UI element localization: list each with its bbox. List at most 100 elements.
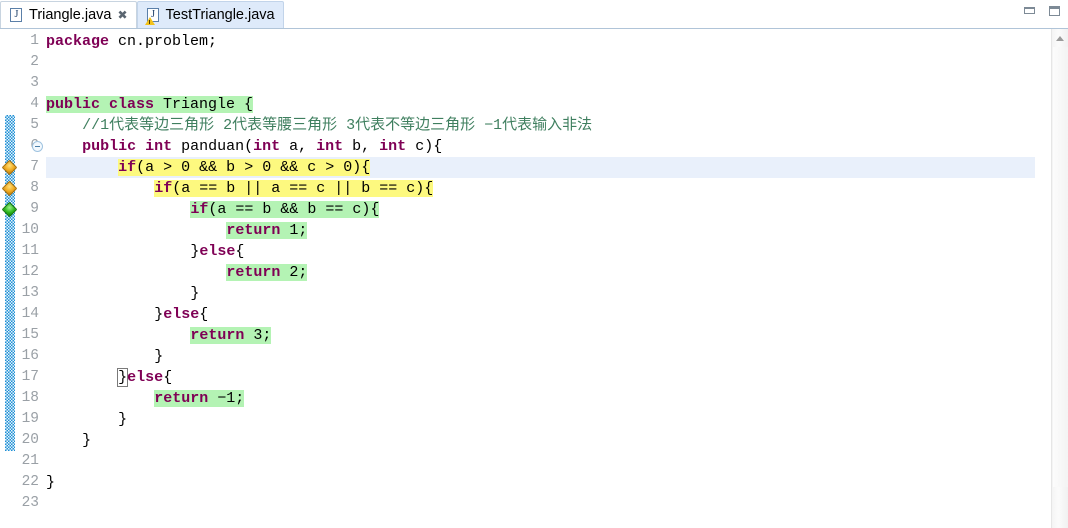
code-line-text: package cn.problem; (46, 33, 217, 50)
vertical-scrollbar[interactable] (1051, 29, 1068, 528)
code-line-text: return 2; (226, 264, 308, 281)
minimize-icon[interactable] (1022, 3, 1037, 18)
java-file-warning-icon: J (144, 7, 161, 25)
code-token: b, (343, 138, 380, 155)
code-token: 3; (244, 327, 272, 344)
line-number: 1 (30, 33, 39, 49)
tab-close-icon[interactable]: ✖ (117, 9, 127, 21)
editor-tab-bar: J Triangle.java ✖ J TestTriangle.java (0, 0, 1068, 29)
fold-collapse-icon[interactable] (32, 141, 43, 152)
code-token: c){ (406, 138, 443, 155)
line-number: 21 (21, 453, 39, 469)
keyword-token: package (46, 33, 110, 50)
code-token: cn.problem; (109, 33, 218, 50)
code-line: return 2; (226, 262, 308, 283)
code-line-text: }else{ (190, 243, 244, 260)
code-line-text: if(a > 0 && b > 0 && c > 0){ (118, 159, 371, 176)
code-line: public class Triangle { (46, 94, 254, 115)
window-controls (1022, 3, 1062, 18)
code-line-text: if(a == b && b == c){ (190, 201, 380, 218)
breakpoint-orange-diamond[interactable] (1, 159, 18, 176)
code-token: (a == b && b == c){ (208, 201, 380, 218)
diamond-shape (1, 180, 18, 197)
keyword-token: if (190, 201, 209, 218)
code-line: } (190, 283, 199, 304)
line-number: 13 (21, 285, 39, 301)
diamond-shape (1, 201, 18, 218)
keyword-token: if (118, 159, 137, 176)
keyword-token: if (154, 180, 173, 197)
line-number: 20 (21, 432, 39, 448)
line-number: 4 (30, 96, 39, 112)
code-token: 2; (280, 264, 308, 281)
keyword-token: int (253, 138, 281, 155)
code-token: −1; (208, 390, 245, 407)
scroll-up-arrow-icon[interactable] (1052, 29, 1068, 46)
keyword-token: return (226, 264, 281, 281)
code-line-text: return 1; (226, 222, 308, 239)
comment-token: //1代表等边三角形 2代表等腰三角形 3代表不等边三角形 −1代表输入非法 (82, 117, 593, 134)
code-line-text: return −1; (154, 390, 245, 407)
code-line-text: public int panduan(int a, int b, int c){ (82, 138, 442, 155)
line-number: 5 (30, 117, 39, 133)
code-token: } (190, 243, 200, 260)
code-line: if(a == b && b == c){ (190, 199, 380, 220)
code-line-text: } (154, 348, 163, 365)
keyword-token: return (154, 390, 209, 407)
keyword-token: int (379, 138, 407, 155)
code-text-area[interactable]: package cn.problem; public class Triangle… (46, 29, 1035, 528)
code-line: return 3; (190, 325, 272, 346)
code-line: } (46, 472, 55, 493)
maximize-icon[interactable] (1047, 3, 1062, 18)
code-line: }else{ (117, 367, 173, 388)
code-token: } (190, 285, 200, 302)
line-number: 14 (21, 306, 39, 322)
vertical-scroll-thumb[interactable] (1053, 47, 1068, 487)
code-token: Triangle { (154, 96, 254, 113)
code-token: { (235, 243, 245, 260)
code-line-text: } (118, 411, 127, 428)
code-line: }else{ (190, 241, 244, 262)
tab-triangle-java[interactable]: J Triangle.java ✖ (0, 1, 137, 28)
code-line: public int panduan(int a, int b, int c){ (82, 136, 442, 157)
code-token: } (82, 432, 92, 449)
code-token: } (154, 306, 164, 323)
code-line: package cn.problem; (46, 31, 217, 52)
line-number: 15 (21, 327, 39, 343)
line-number: 18 (21, 390, 39, 406)
keyword-token: int (316, 138, 344, 155)
keyword-token: else (199, 243, 236, 260)
code-token: } (154, 348, 164, 365)
code-line: //1代表等边三角形 2代表等腰三角形 3代表不等边三角形 −1代表输入非法 (82, 115, 592, 136)
line-number: 16 (21, 348, 39, 364)
keyword-token: else (163, 306, 200, 323)
line-number: 17 (21, 369, 39, 385)
code-line-text: } (46, 474, 55, 491)
tab-testtriangle-java[interactable]: J TestTriangle.java (136, 1, 284, 28)
line-number: 22 (21, 474, 39, 490)
code-line-text: public class Triangle { (46, 96, 254, 113)
overview-ruler[interactable] (1035, 29, 1051, 528)
breakpoint-orange-diamond[interactable] (1, 180, 18, 197)
code-token: (a == b || a == c || b == c){ (172, 180, 434, 197)
code-token: { (199, 306, 209, 323)
line-number: 12 (21, 264, 39, 280)
code-line: return −1; (154, 388, 245, 409)
code-line: }else{ (154, 304, 208, 325)
code-line-text: } (82, 432, 91, 449)
code-token: } (46, 474, 56, 491)
code-editor[interactable]: 1234567891011121314151617181920212223 pa… (0, 29, 1068, 528)
code-line-text: return 3; (190, 327, 272, 344)
breakpoint-green-diamond[interactable] (1, 201, 18, 218)
line-number: 2 (30, 54, 39, 70)
code-line-text: }else{ (117, 368, 173, 387)
java-file-icon: J (10, 7, 24, 23)
code-line: if(a == b || a == c || b == c){ (154, 178, 434, 199)
code-line-text: //1代表等边三角形 2代表等腰三角形 3代表不等边三角形 −1代表输入非法 (82, 117, 592, 134)
code-token: { (163, 369, 173, 386)
tab-label: Triangle.java (29, 7, 112, 23)
line-number: 10 (21, 222, 39, 238)
line-number: 19 (21, 411, 39, 427)
code-token: 1; (280, 222, 308, 239)
code-line: if(a > 0 && b > 0 && c > 0){ (118, 157, 371, 178)
